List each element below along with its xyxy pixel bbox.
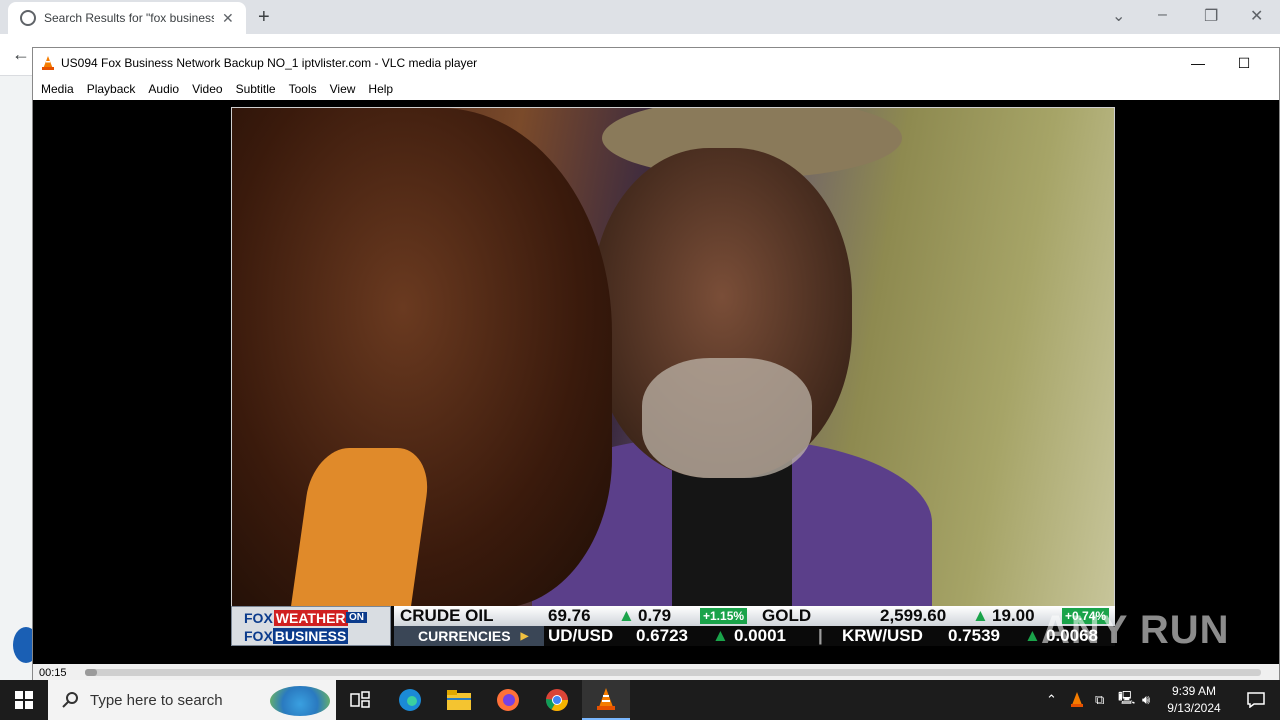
- logo-business-text: BUSINESS: [272, 628, 349, 644]
- menu-media[interactable]: Media: [40, 82, 82, 96]
- tray-vlc-icon[interactable]: [1070, 680, 1084, 720]
- vlc-controls: 00:15: [33, 664, 1279, 681]
- menu-audio[interactable]: Audio: [147, 82, 187, 96]
- clock-date: 9/13/2024: [1167, 701, 1221, 715]
- seek-bar[interactable]: [85, 669, 1261, 676]
- currencies-play-icon: ▶: [520, 630, 529, 642]
- tab-close-icon[interactable]: ✕: [222, 10, 234, 27]
- browser-tab[interactable]: Search Results for "fox business" ✕: [8, 2, 246, 34]
- gold-label: GOLD: [762, 606, 812, 625]
- search-icon: [62, 692, 78, 708]
- crude-price: 69.76: [548, 606, 591, 625]
- network-icon[interactable]: 🖳: [1118, 680, 1135, 720]
- file-explorer-icon[interactable]: [435, 680, 483, 720]
- gold-change: 19.00: [992, 606, 1035, 625]
- menu-subtitle[interactable]: Subtitle: [235, 82, 284, 96]
- video-frame[interactable]: [231, 107, 1115, 607]
- crude-pct: +1.15%: [700, 608, 748, 624]
- crude-up-arrow-icon: ▲: [618, 606, 635, 625]
- video-foreground-head-shape: [232, 108, 612, 606]
- pair1-change: 0.0001: [734, 626, 786, 645]
- back-arrow-icon[interactable]: ←: [12, 44, 30, 65]
- menu-tools[interactable]: Tools: [288, 82, 325, 96]
- search-highlight-globe-icon: [270, 686, 330, 716]
- menu-view[interactable]: View: [329, 82, 364, 96]
- anyrun-watermark: ANY RUN: [1041, 608, 1230, 652]
- logo-line-1: FOX WEATHER: [244, 610, 348, 626]
- pair2-up-arrow-icon: ▲: [1024, 626, 1041, 645]
- vlc-window-title: US094 Fox Business Network Backup NO_1 i…: [61, 56, 478, 70]
- ticker-currencies-row: CURRENCIES ▶ UD/USD 0.6723 ▲ 0.0001 | KR…: [394, 626, 1115, 646]
- menu-help[interactable]: Help: [367, 82, 401, 96]
- crude-label: CRUDE OIL: [400, 606, 494, 625]
- browser-restore-icon[interactable]: ❐: [1204, 6, 1218, 26]
- start-button[interactable]: [0, 680, 48, 720]
- currencies-label-box: CURRENCIES ▶: [394, 626, 544, 646]
- vlc-menu-bar: Media Playback Audio Video Subtitle Tool…: [33, 78, 1279, 100]
- edge-icon[interactable]: [386, 680, 434, 720]
- task-view-icon[interactable]: [336, 680, 384, 720]
- pair2-label: KRW/USD: [842, 626, 923, 645]
- chrome-icon[interactable]: [533, 680, 581, 720]
- browser-tab-bar: Search Results for "fox business" ✕ + ⌄ …: [0, 0, 1280, 34]
- taskbar-clock[interactable]: 9:39 AM 9/13/2024: [1160, 683, 1228, 717]
- elapsed-time: 00:15: [39, 667, 67, 679]
- logo-weather-text: WEATHER: [273, 610, 348, 626]
- fox-weather-logo: FOX WEATHER ON FOX BUSINESS: [231, 606, 391, 646]
- firefox-icon[interactable]: [484, 680, 532, 720]
- tab-search-chevron-icon[interactable]: ⌄: [1112, 6, 1125, 26]
- browser-minimize-icon[interactable]: –: [1158, 6, 1167, 24]
- pair1-value: 0.6723: [636, 626, 688, 645]
- taskbar: Type here to search ⌃ ⧉ 🖳 🔊︎ 9:39 AM 9/1…: [0, 680, 1280, 720]
- vlc-title-bar: US094 Fox Business Network Backup NO_1 i…: [33, 48, 1279, 78]
- browser-page-edge: [0, 76, 32, 680]
- logo-fox2-text: FOX: [244, 628, 273, 644]
- seek-progress: [85, 669, 97, 676]
- pair2-value: 0.7539: [948, 626, 1000, 645]
- taskbar-search-box[interactable]: Type here to search: [48, 680, 336, 720]
- tab-favicon-icon: [20, 10, 36, 26]
- logo-fox-text: FOX: [244, 610, 273, 626]
- pair1-up-arrow-icon: ▲: [712, 626, 729, 645]
- logo-line-2: FOX BUSINESS: [244, 628, 349, 644]
- ticker-separator: |: [818, 626, 823, 645]
- volume-icon[interactable]: 🔊︎: [1142, 680, 1150, 720]
- show-hidden-icons-chevron-icon[interactable]: ⌃: [1046, 680, 1057, 720]
- vlc-cone-icon: [42, 56, 54, 70]
- vlc-window: US094 Fox Business Network Backup NO_1 i…: [32, 47, 1280, 681]
- tab-title: Search Results for "fox business": [44, 11, 214, 25]
- news-ticker: FOX WEATHER ON FOX BUSINESS CRUDE OIL 69.7…: [231, 606, 1115, 646]
- search-placeholder: Type here to search: [90, 691, 223, 709]
- menu-playback[interactable]: Playback: [86, 82, 144, 96]
- browser-close-icon[interactable]: ✕: [1250, 6, 1263, 26]
- windows-logo-icon: [15, 691, 33, 709]
- currencies-label: CURRENCIES: [418, 628, 511, 644]
- tray-device-icon[interactable]: ⧉: [1095, 680, 1104, 720]
- notification-icon[interactable]: [1232, 680, 1280, 720]
- ticker-commodities-row: CRUDE OIL 69.76 ▲ 0.79 +1.15% GOLD 2,599…: [394, 606, 1115, 626]
- menu-video[interactable]: Video: [191, 82, 230, 96]
- gold-up-arrow-icon: ▲: [972, 606, 989, 625]
- crude-change: 0.79: [638, 606, 672, 625]
- desktop: Search Results for "fox business" ✕ + ⌄ …: [0, 0, 1280, 720]
- pair1-label: UD/USD: [548, 626, 614, 645]
- vlc-maximize-icon[interactable]: ☐: [1221, 48, 1267, 78]
- logo-on-text: ON: [346, 612, 367, 623]
- video-beard-shape: [642, 358, 812, 478]
- vlc-taskbar-icon[interactable]: [582, 680, 630, 720]
- new-tab-button[interactable]: +: [258, 6, 270, 29]
- gold-price: 2,599.60: [880, 606, 947, 625]
- vlc-minimize-icon[interactable]: —: [1175, 48, 1221, 78]
- clock-time: 9:39 AM: [1171, 684, 1217, 698]
